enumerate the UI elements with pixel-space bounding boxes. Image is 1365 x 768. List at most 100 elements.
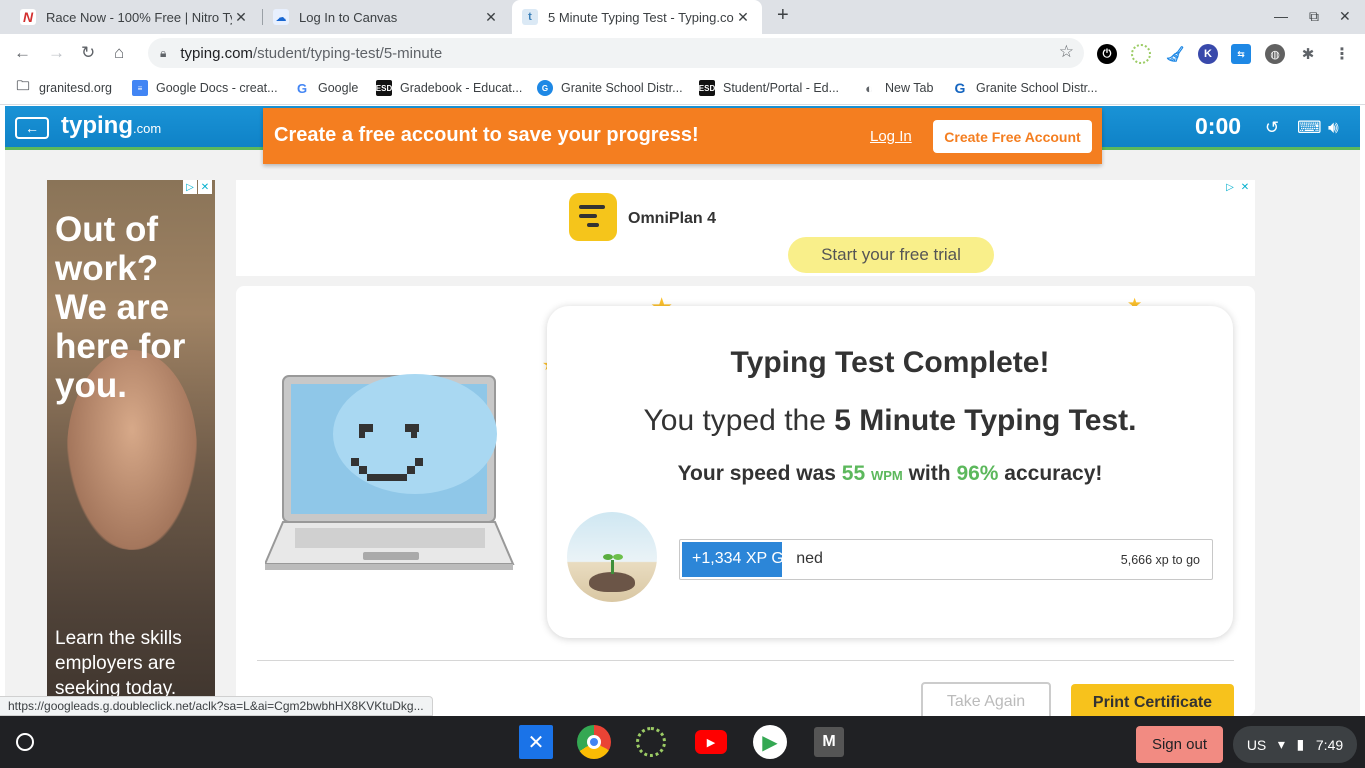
address-bar[interactable]: 🔒︎ typing.com/student/typing-test/5-minu…	[148, 38, 1084, 68]
speed-prefix: Your speed was	[677, 462, 842, 485]
side-advertisement[interactable]: Out of work? We are here for you. Learn …	[47, 180, 215, 716]
speed-mid: with	[902, 462, 957, 485]
bookmark-label: Google Docs - creat...	[156, 81, 278, 95]
google-g-icon: G	[954, 80, 966, 96]
folder-icon: 🗀︎	[16, 78, 30, 93]
close-icon[interactable]: ✕	[232, 9, 250, 26]
top-advertisement[interactable]: OmniPlan 4 Start your free trial ▷ ✕	[236, 180, 1255, 276]
xp-to-go-label: 5,666 xp to go	[1120, 553, 1200, 567]
link-status-url: https://googleads.g.doubleclick.net/aclk…	[0, 696, 433, 716]
minimize-icon[interactable]: —	[1274, 8, 1288, 24]
app-x-icon[interactable]: ✕	[519, 725, 553, 759]
ime-label: US	[1246, 736, 1267, 753]
url-path: /student/typing-test/5-minute	[252, 44, 443, 62]
youtube-icon[interactable]: ▶	[695, 730, 727, 754]
xp-gained-label-part: ned	[796, 550, 823, 567]
xp-gained-label: +1,334 XP Gained	[692, 550, 823, 568]
canvas-icon: ☁	[273, 9, 289, 25]
bookmark-label: Granite School Distr...	[976, 81, 1098, 95]
bookmark-label: Google	[318, 81, 359, 95]
k-extension-icon[interactable]: K	[1198, 44, 1218, 64]
tab-title: Log In to Canvas	[299, 9, 398, 25]
typed-prefix: You typed the	[643, 404, 835, 437]
results-bubble: Typing Test Complete! You typed the 5 Mi…	[547, 306, 1233, 638]
bookmark-student-portal[interactable]: ESD Student/Portal - Ed...	[699, 80, 839, 96]
new-tab-button[interactable]: +	[777, 4, 789, 27]
bookmark-google[interactable]: G Google	[294, 80, 358, 96]
google-icon: G	[296, 80, 308, 96]
power-extension-icon[interactable]: ⏻	[1097, 44, 1117, 64]
result-speed-line: Your speed was 55 WPM with 96% accuracy!	[547, 462, 1233, 486]
globe-extension-icon[interactable]: ◍	[1265, 44, 1285, 64]
ad-cta-button[interactable]: Start your free trial	[788, 237, 994, 273]
tab-canvas[interactable]: ☁ Log In to Canvas ✕	[263, 0, 510, 34]
chrome-icon[interactable]	[577, 725, 611, 759]
test-name: 5 Minute Typing Test.	[834, 404, 1137, 437]
bookmarks-bar: 🗀︎ granitesd.org ≡ Google Docs - creat... …	[0, 72, 1365, 105]
close-icon[interactable]: ✕	[482, 9, 500, 26]
google-docs-icon: ≡	[132, 80, 148, 96]
wpm-value: 55	[841, 462, 866, 485]
volume-icon[interactable]: 🔊︎	[1328, 118, 1339, 138]
back-arrow-icon[interactable]: ←	[14, 43, 31, 63]
menu-dots-icon[interactable]: ⋮	[1332, 44, 1352, 64]
play-store-icon[interactable]: ▶	[753, 725, 787, 759]
clock: 7:49	[1315, 736, 1344, 753]
close-icon[interactable]: ✕	[734, 9, 752, 26]
system-tray[interactable]: US ▾ ▮ 7:49	[1233, 726, 1357, 763]
loading-app-icon[interactable]	[636, 727, 666, 757]
restore-icon[interactable]: ⧉	[1309, 8, 1319, 25]
tab-typing-test[interactable]: t 5 Minute Typing Test - Typing.co ✕	[512, 0, 762, 34]
browser-tab-strip: N Race Now - 100% Free | Nitro Typ ✕ ☁ L…	[0, 0, 1365, 34]
toggle-extension-icon[interactable]: ⇆	[1231, 44, 1251, 64]
create-account-button[interactable]: Create Free Account	[933, 120, 1092, 153]
bookmark-new-tab[interactable]: ◐ New Tab	[861, 80, 933, 96]
typing-logo[interactable]: typing.com	[61, 112, 161, 140]
bookmark-label: New Tab	[885, 81, 934, 95]
bookmark-google-docs[interactable]: ≡ Google Docs - creat...	[132, 80, 278, 96]
ad-choices[interactable]: ▷ ✕	[1223, 180, 1252, 194]
tab-title: Race Now - 100% Free | Nitro Typ	[46, 9, 232, 25]
os-shelf: ✕ ▶ ▶ M Sign out US ▾ ▮ 7:49	[0, 716, 1365, 768]
globe-icon: ◐	[865, 80, 873, 96]
granite-icon: G	[537, 80, 553, 96]
result-title: Typing Test Complete!	[730, 346, 1050, 379]
ad-choices[interactable]: ▷ ✕	[183, 180, 212, 194]
result-test-line: You typed the 5 Minute Typing Test.	[547, 404, 1233, 438]
puzzle-extensions-icon[interactable]: ✱	[1298, 44, 1318, 64]
bookmark-gradebook[interactable]: ESD Gradebook - Educat...	[376, 80, 522, 96]
window-close-icon[interactable]: ✕	[1339, 8, 1351, 25]
test-timer: 0:00	[1195, 113, 1242, 139]
keyboard-hidden-icon[interactable]: ⌨	[1297, 118, 1322, 138]
broom-extension-icon[interactable]: 🧹︎	[1165, 44, 1185, 64]
ad-close-icon[interactable]: ✕	[198, 180, 212, 194]
logo-text: typing	[61, 112, 133, 139]
tab-nitro-type[interactable]: N Race Now - 100% Free | Nitro Typ ✕	[10, 0, 260, 34]
xp-gained-label-part: +1,334 XP Gai	[692, 550, 797, 567]
banner-message: Create a free account to save your progr…	[274, 124, 699, 146]
login-link[interactable]: Log In	[870, 128, 912, 145]
ad-tagline: Learn the skills employers are seeking t…	[55, 628, 182, 699]
reload-icon[interactable]: ↻	[81, 43, 95, 63]
m-app-icon[interactable]: M	[814, 727, 844, 757]
signup-banner: Create a free account to save your progr…	[263, 108, 1102, 164]
esd-icon: ESD	[699, 80, 715, 96]
sign-out-button[interactable]: Sign out	[1136, 726, 1223, 763]
omniplan-logo-icon	[569, 193, 617, 241]
loading-extension-icon[interactable]	[1131, 44, 1151, 64]
launcher-icon[interactable]	[16, 733, 34, 751]
adchoices-icon[interactable]: ▷	[1223, 180, 1237, 194]
history-icon[interactable]: ↺	[1265, 118, 1279, 138]
bookmark-granitesd[interactable]: 🗀︎ granitesd.org	[15, 78, 111, 96]
bookmark-granite-school-2[interactable]: G Granite School Distr...	[952, 80, 1098, 96]
print-certificate-button[interactable]: Print Certificate	[1071, 684, 1234, 716]
take-again-button[interactable]: Take Again	[921, 682, 1051, 716]
bookmark-star-icon[interactable]: ☆	[1059, 42, 1074, 62]
adchoices-icon[interactable]: ▷	[183, 180, 197, 194]
back-button[interactable]: ←	[15, 117, 49, 139]
home-icon[interactable]: ⌂	[114, 43, 124, 63]
ad-product-name: OmniPlan 4	[628, 210, 717, 227]
forward-arrow-icon[interactable]: →	[48, 43, 65, 63]
ad-close-icon[interactable]: ✕	[1238, 180, 1252, 194]
bookmark-granite-school-1[interactable]: G Granite School Distr...	[537, 80, 683, 96]
